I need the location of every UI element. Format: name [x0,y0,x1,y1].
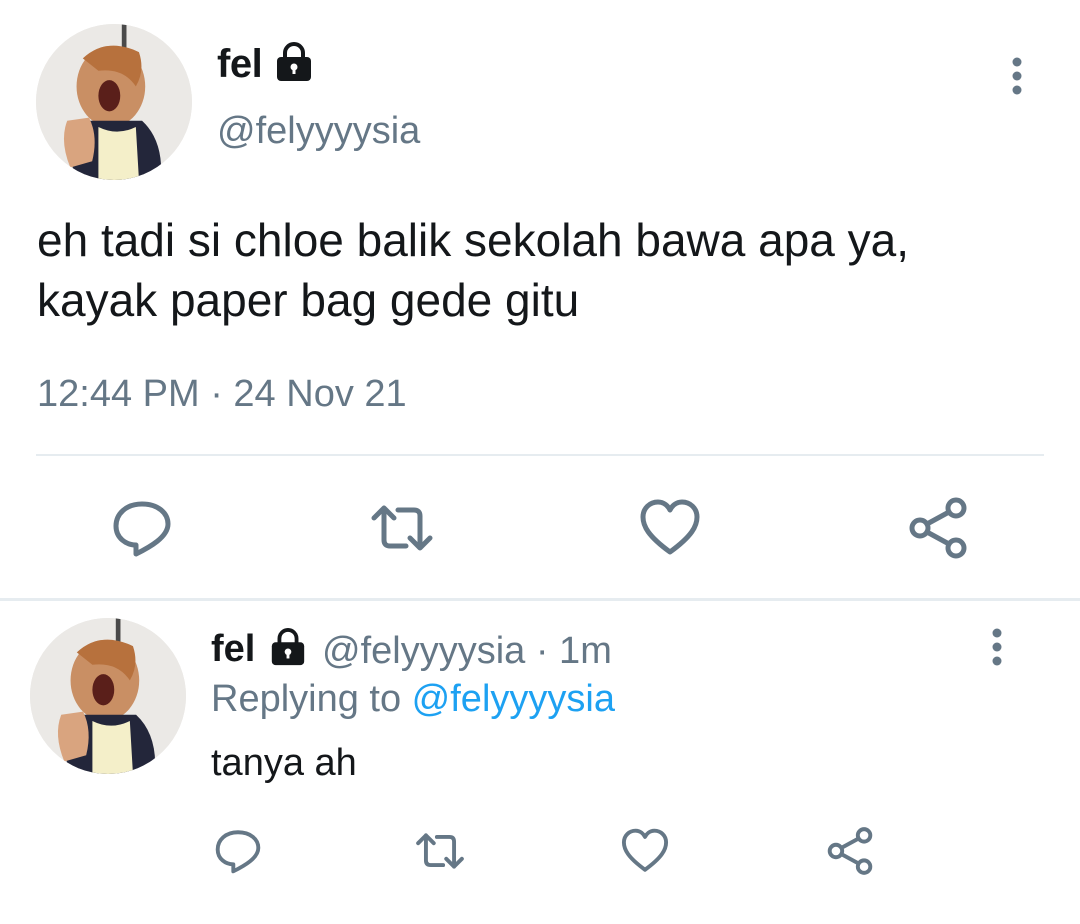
retweet-icon[interactable] [370,496,434,560]
tweet-text: eh tadi si chloe balik sekolah bawa apa … [37,214,910,326]
more-vertical-icon[interactable] [983,627,1011,667]
avatar-image [36,24,192,180]
display-name[interactable]: fel [217,42,263,87]
reply-icon[interactable] [110,496,174,560]
share-icon[interactable] [825,826,875,876]
reply-handle-time[interactable]: @felyyyysia · 1m [322,630,612,673]
section-divider [0,598,1080,601]
like-icon[interactable] [620,826,670,876]
reply-display-name[interactable]: fel [211,628,255,671]
reply-icon[interactable] [213,826,263,876]
divider [36,454,1044,456]
lock-icon [273,42,315,82]
retweet-icon[interactable] [415,826,465,876]
replying-to-line: Replying to @felyyyysia [211,678,615,721]
mention-link[interactable]: @felyyyysia [412,678,615,720]
tweet-timestamp[interactable]: 12:44 PM · 24 Nov 21 [37,373,407,416]
avatar-image [30,618,186,774]
main-tweet-avatar[interactable] [36,24,192,180]
lock-icon [268,628,308,666]
reply-tweet-text: tanya ah [211,742,357,784]
reply-tweet-avatar[interactable] [30,618,186,774]
user-handle[interactable]: @felyyyysia [217,110,420,153]
share-icon[interactable] [906,496,970,560]
more-vertical-icon[interactable] [1003,56,1031,96]
like-icon[interactable] [638,496,702,560]
replying-to-label: Replying to [211,678,412,720]
